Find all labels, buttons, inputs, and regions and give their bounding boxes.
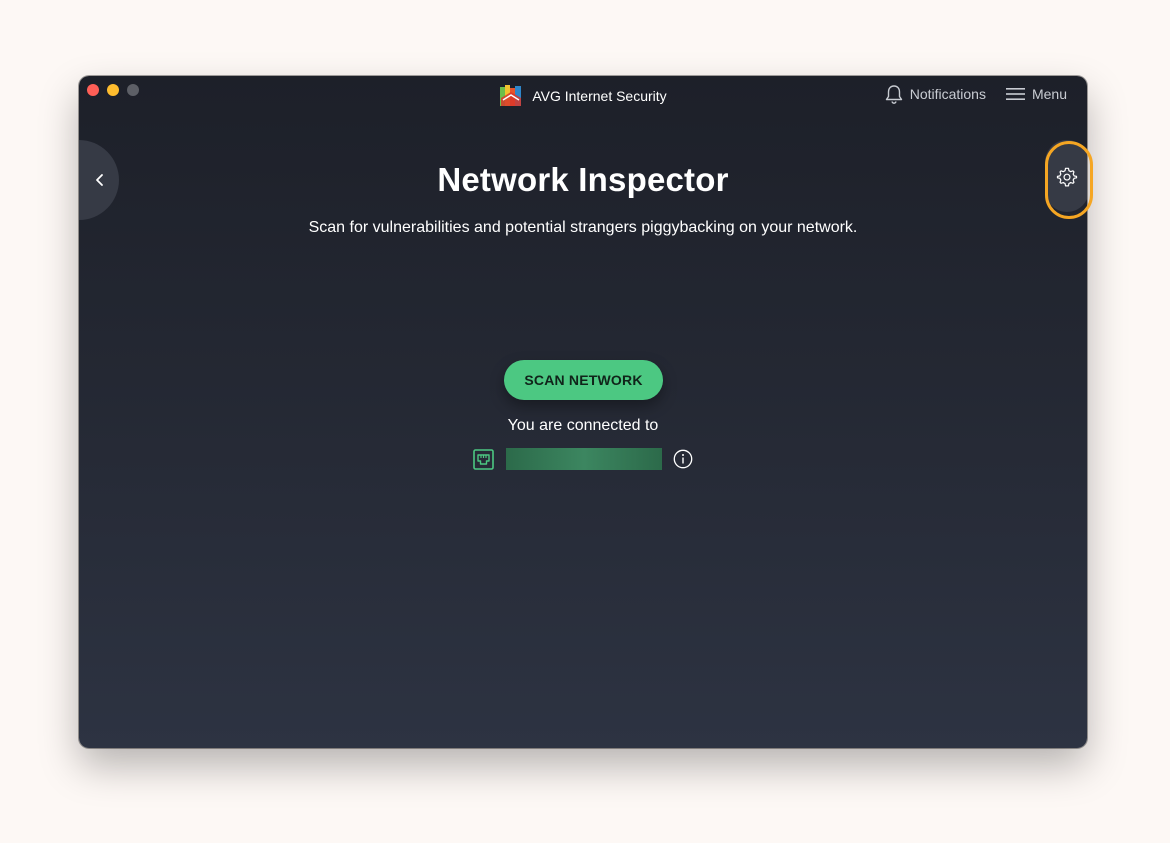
bell-icon bbox=[885, 85, 902, 104]
page-title: Network Inspector bbox=[437, 161, 729, 198]
notifications-button[interactable]: Notifications bbox=[885, 84, 986, 104]
scan-network-button[interactable]: SCAN NETWORK bbox=[504, 360, 663, 400]
page-subtitle: Scan for vulnerabilities and potential s… bbox=[308, 219, 858, 236]
app-title: AVG Internet Security bbox=[532, 88, 667, 104]
avg-logo-icon bbox=[500, 85, 522, 106]
connected-label: You are connected to bbox=[507, 417, 659, 434]
app-window: AVG Internet Security Notifications Menu bbox=[79, 76, 1087, 748]
info-icon[interactable] bbox=[673, 449, 693, 469]
network-row bbox=[473, 448, 693, 470]
network-name-redacted bbox=[506, 448, 662, 470]
notifications-label: Notifications bbox=[909, 86, 986, 102]
header-actions: Notifications Menu bbox=[885, 84, 1067, 104]
menu-label: Menu bbox=[1031, 86, 1067, 102]
hamburger-icon bbox=[1005, 88, 1025, 100]
menu-button[interactable]: Menu bbox=[1005, 86, 1067, 102]
ethernet-icon bbox=[473, 448, 494, 470]
